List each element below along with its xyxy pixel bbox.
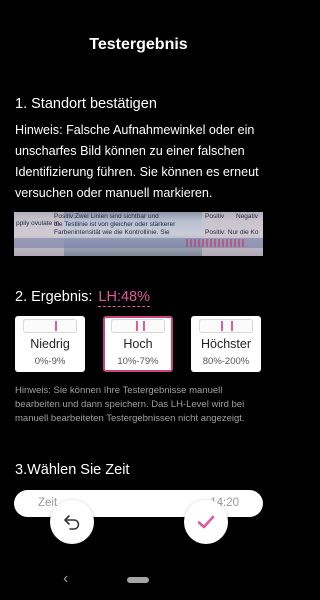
lh-value: LH:48% [98, 289, 150, 307]
option-level: Hoch [123, 337, 153, 351]
test-strip-image[interactable]: ppily ovulate in Positiv:Zwei Linien sin… [14, 212, 263, 256]
mini-strip [199, 319, 253, 333]
nav-back-icon[interactable]: ‹ [63, 570, 68, 588]
step1-heading: 1. Standort bestätigen [15, 96, 157, 112]
control-line [143, 321, 145, 331]
nav-home-pill[interactable] [127, 577, 149, 583]
checkmark-icon [197, 515, 215, 529]
result-option-hoechster[interactable]: Höchster 80%-200% [191, 316, 261, 372]
strip-positive-label: Positiv [205, 213, 225, 220]
strip-positive-note: Positiv: Nur die Ko [205, 229, 259, 236]
option-level: Niedrig [30, 337, 70, 351]
strip-pink-pattern [186, 239, 246, 247]
strip-text-line: Positiv:Zwei Linien sind sichtbar und [54, 213, 159, 220]
result-option-hoch[interactable]: Hoch 10%-79% [103, 316, 173, 372]
step2-heading: 2. Ergebnis: [15, 289, 93, 305]
strip-left-text: ppily ovulate in [16, 220, 59, 227]
result-row: 2. Ergebnis: LH:48% [15, 289, 150, 307]
step3-heading: 3.Wählen Sie Zeit [15, 462, 130, 478]
option-level: Höchster [200, 337, 252, 351]
control-line [55, 321, 57, 331]
test-line [221, 321, 223, 331]
result-option-niedrig[interactable]: Niedrig 0%-9% [15, 316, 85, 372]
option-range: 0%-9% [34, 356, 66, 367]
mini-strip [23, 319, 77, 333]
confirm-button[interactable] [184, 500, 228, 544]
option-range: 80%-200% [202, 356, 250, 367]
strip-text-line: Farbenintensität wie die Kontrollinie. S… [54, 229, 170, 236]
strip-text-line: die Testlinie ist von gleicher oder stär… [54, 221, 176, 228]
undo-button[interactable] [50, 500, 94, 544]
step2-hint: Hinweis: Sie können Ihre Testergebnisse … [15, 385, 245, 424]
system-nav-bar: ‹ [0, 568, 277, 592]
option-range: 10%-79% [117, 356, 159, 367]
undo-icon [64, 515, 80, 530]
mini-strip [111, 319, 165, 333]
strip-negative-label: Negativ [236, 213, 259, 220]
page-title: Testergebnis [89, 36, 188, 53]
control-line [231, 321, 233, 331]
step1-hint: Hinweis: Falsche Aufnahmewinkel oder ein… [15, 123, 259, 200]
test-line [136, 321, 138, 331]
